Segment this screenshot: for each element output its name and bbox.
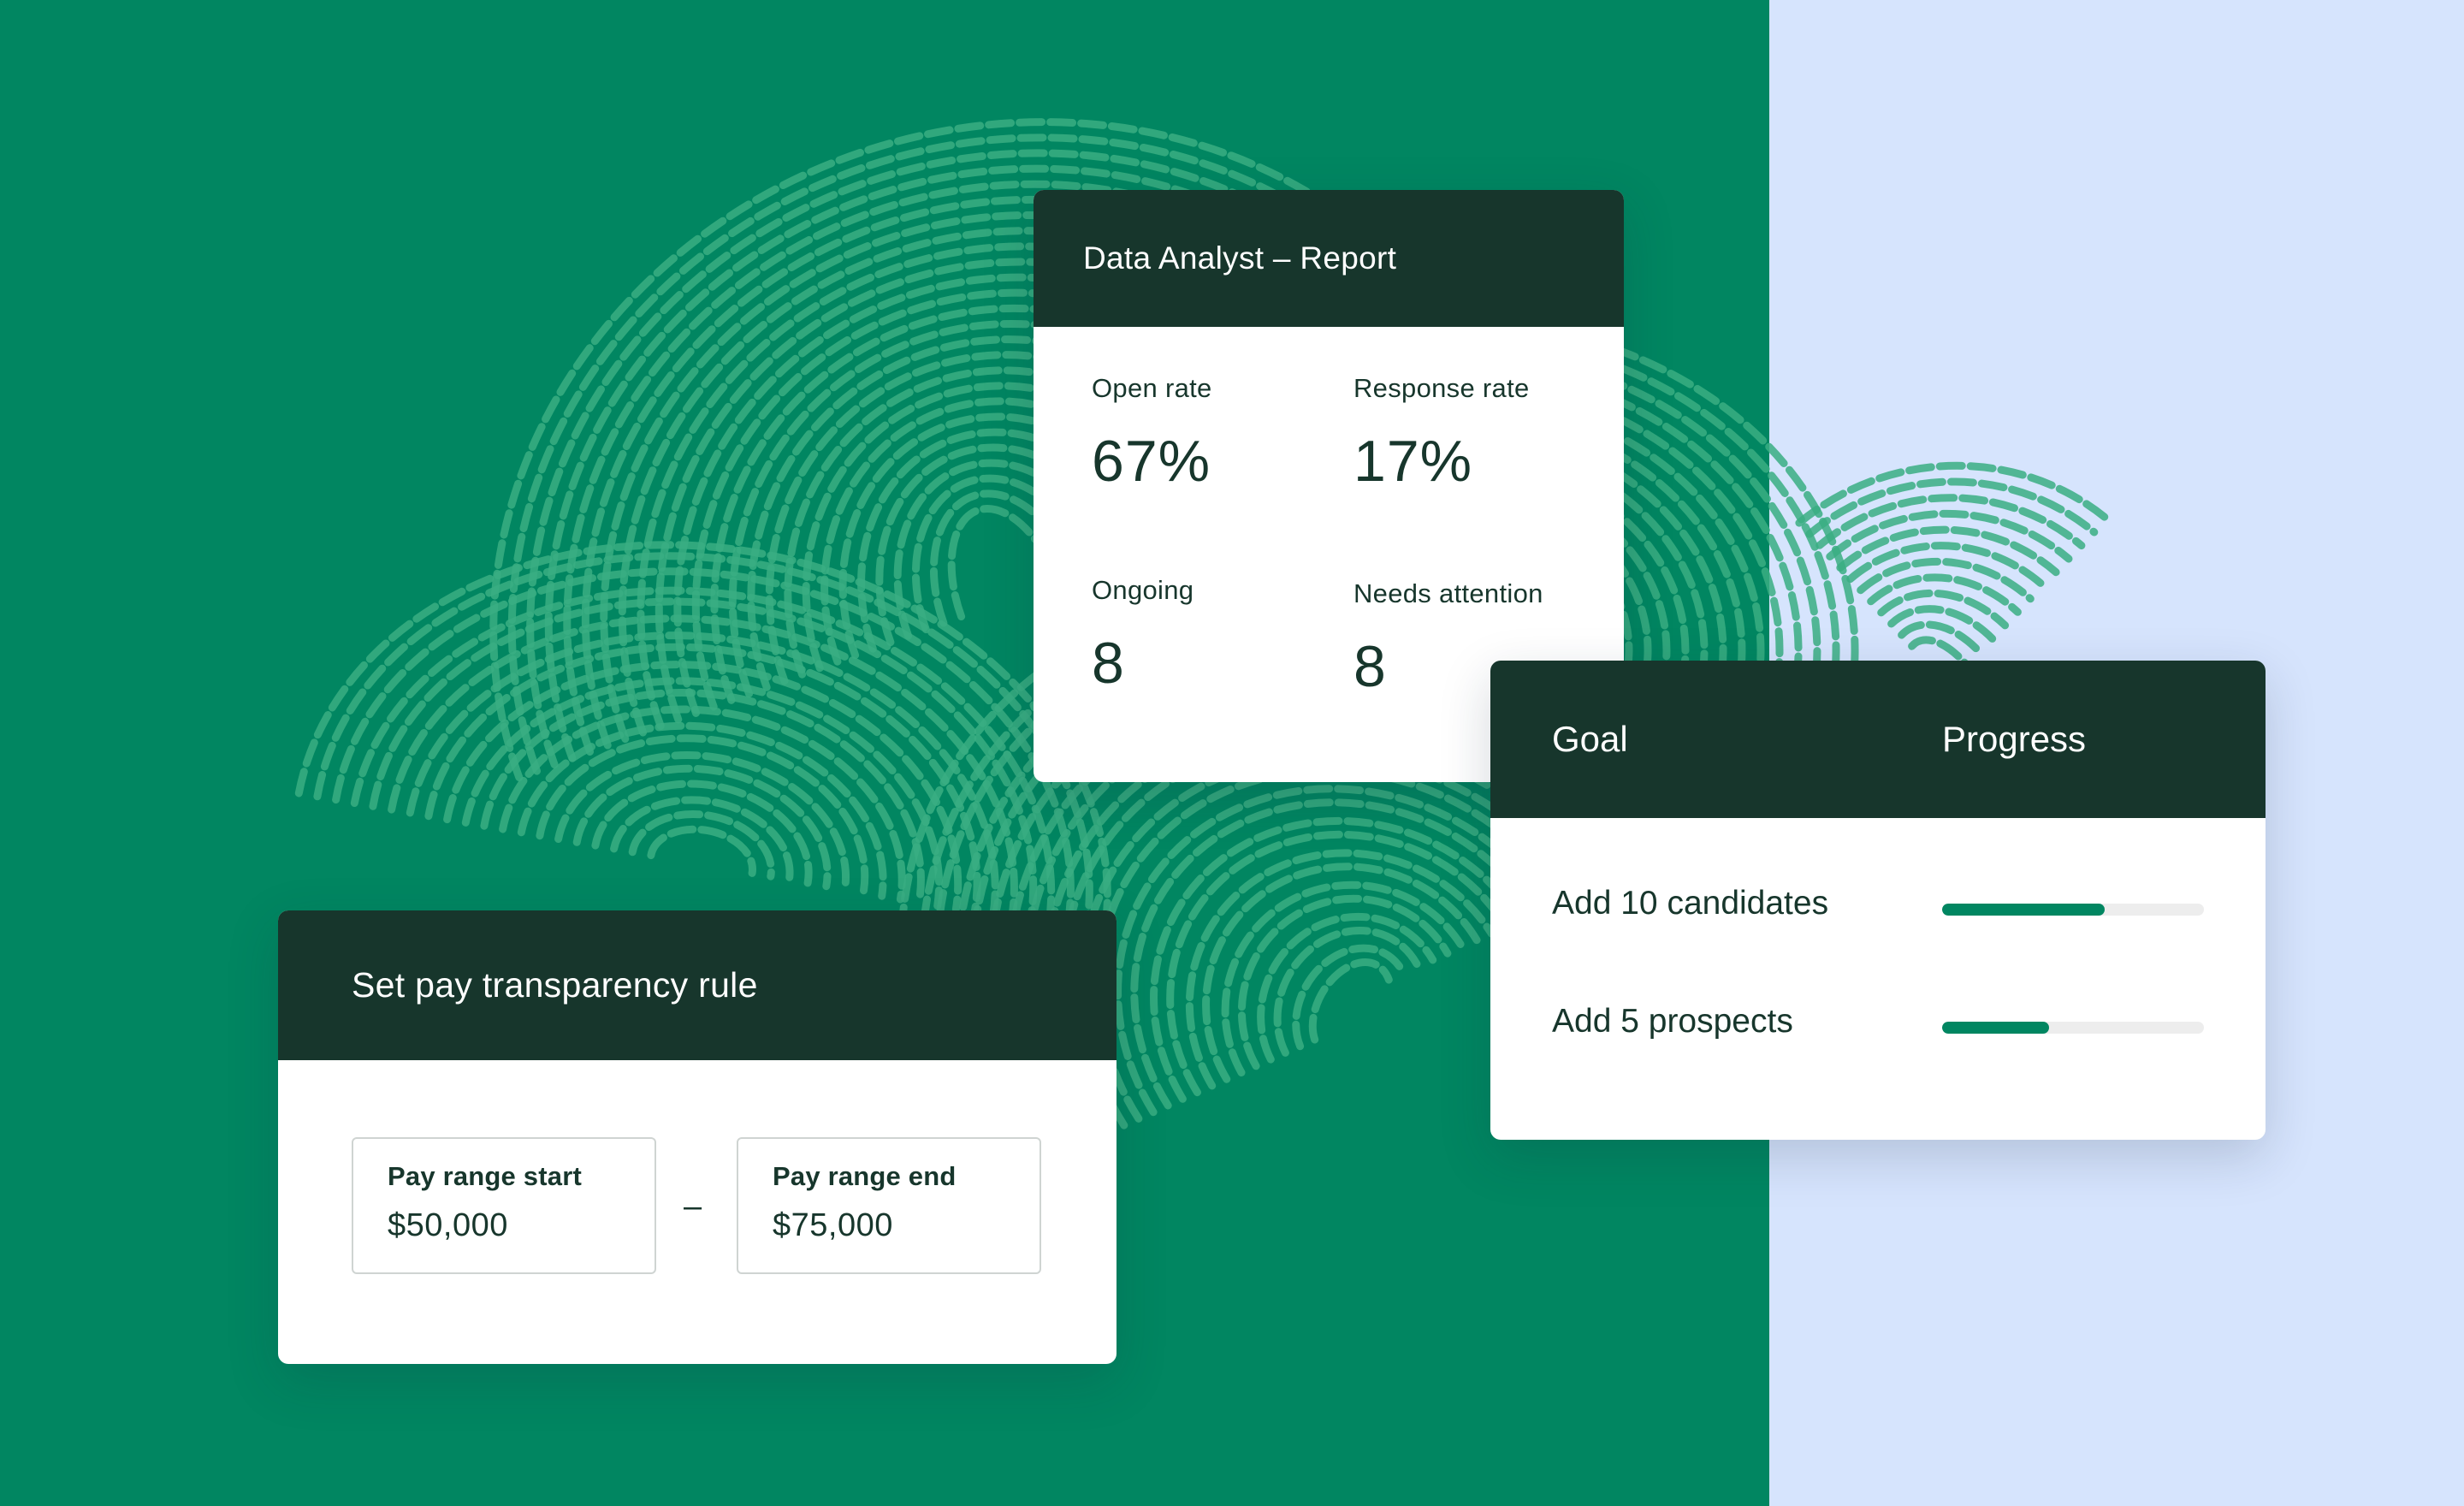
- goal-row: Add 10 candidates: [1552, 880, 2211, 931]
- progress-column-header: Progress: [1942, 719, 2087, 759]
- metric-label: Response rate: [1353, 373, 1530, 403]
- pay-range-start-value: $50,000: [388, 1207, 508, 1243]
- metric-label: Open rate: [1092, 373, 1212, 403]
- goal-label: Add 5 prospects: [1552, 1003, 1793, 1040]
- progress-bar-fill: [1942, 904, 2105, 916]
- progress-bar: [1942, 904, 2204, 916]
- pay-transparency-card: Set pay transparency rule Pay range star…: [278, 910, 1116, 1364]
- metric-response-rate: Response rate 17%: [1353, 373, 1530, 495]
- goal-label: Add 10 candidates: [1552, 885, 1829, 922]
- goal-row: Add 5 prospects: [1552, 998, 2211, 1049]
- pay-range-end-field[interactable]: Pay range end $75,000: [737, 1137, 1041, 1274]
- pay-range-end-label: Pay range end: [773, 1161, 957, 1191]
- report-card-title: Data Analyst – Report: [1034, 190, 1624, 327]
- metric-label: Ongoing: [1092, 575, 1194, 605]
- pay-range-start-field[interactable]: Pay range start $50,000: [352, 1137, 656, 1274]
- metric-ongoing: Ongoing 8: [1092, 575, 1194, 697]
- pay-range-end-value: $75,000: [773, 1207, 893, 1243]
- progress-bar-fill: [1942, 1022, 2050, 1034]
- pay-range-start-label: Pay range start: [388, 1161, 582, 1191]
- goal-column-header: Goal: [1552, 719, 1628, 759]
- goal-progress-card: Goal Progress Add 10 candidates Add 5 pr…: [1490, 661, 2266, 1140]
- pay-card-title: Set pay transparency rule: [278, 910, 1116, 1060]
- metric-open-rate: Open rate 67%: [1092, 373, 1212, 495]
- metric-value: 8: [1092, 631, 1125, 696]
- metric-label: Needs attention: [1353, 578, 1543, 608]
- metric-value: 67%: [1092, 429, 1211, 494]
- progress-bar: [1942, 1022, 2204, 1034]
- metric-value: 17%: [1353, 429, 1473, 494]
- range-separator: –: [684, 1189, 702, 1224]
- goal-card-header: Goal Progress: [1490, 661, 2266, 818]
